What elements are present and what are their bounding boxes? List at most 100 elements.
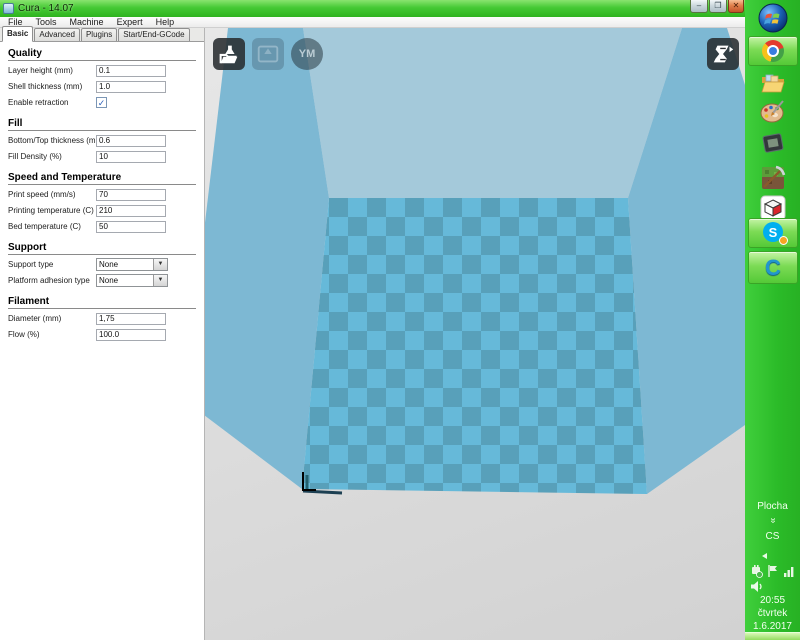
dropdown-arrow-icon: ▼ xyxy=(153,259,167,270)
folder-icon xyxy=(760,71,786,95)
close-button[interactable]: ✕ xyxy=(728,0,744,13)
youmagine-label: YM xyxy=(299,48,316,60)
settings-sidebar: BasicAdvancedPluginsStart/End-GCode Qual… xyxy=(0,28,205,640)
menu-item-machine[interactable]: Machine xyxy=(70,17,104,27)
settings-panel: QualityLayer height (mm)Shell thickness … xyxy=(0,42,204,341)
setting-input[interactable] xyxy=(96,151,166,163)
taskbar-cura-button[interactable]: C xyxy=(748,251,798,284)
settings-row: Printing temperature (C) xyxy=(8,204,196,217)
settings-row: Diameter (mm) xyxy=(8,312,196,325)
desktop-toolbar-label[interactable]: Plocha xyxy=(745,501,800,512)
setting-label: Platform adhesion type xyxy=(8,276,96,285)
settings-row: Flow (%) xyxy=(8,328,196,341)
section-title: Filament xyxy=(8,296,196,309)
settings-row: Support typeNone▼ xyxy=(8,258,196,271)
desktop-screen: Cura - 14.07 – ❐ ✕ FileToolsMachineExper… xyxy=(0,0,800,640)
tab-start-end-gcode[interactable]: Start/End-GCode xyxy=(118,28,189,41)
section-title: Support xyxy=(8,242,196,255)
settings-row: Print speed (mm/s) xyxy=(8,188,196,201)
taskbar-chrome-button[interactable] xyxy=(748,36,798,66)
skype-notification-badge xyxy=(779,236,788,245)
setting-checkbox[interactable]: ✓ xyxy=(96,97,107,108)
build-volume-back-wall xyxy=(303,28,682,198)
taskbar-paint-button[interactable] xyxy=(745,99,800,124)
taskbar-skype-button[interactable]: S xyxy=(748,218,798,248)
tray-expand-button[interactable] xyxy=(745,552,800,560)
toolbar-chevron[interactable]: » xyxy=(745,515,800,526)
setting-input[interactable] xyxy=(96,81,166,93)
speaker-icon xyxy=(750,580,766,593)
view-mode-button[interactable] xyxy=(707,38,739,70)
tab-plugins[interactable]: Plugins xyxy=(81,28,117,41)
setting-label: Bed temperature (C) xyxy=(8,222,96,231)
setting-label: Shell thickness (mm) xyxy=(8,82,96,91)
start-button[interactable] xyxy=(745,3,800,33)
network-signal-icon[interactable] xyxy=(782,564,796,578)
chrome-icon xyxy=(762,40,784,62)
settings-row: Bottom/Top thickness (mm) xyxy=(8,134,196,147)
taskbar-minecraft-button[interactable] xyxy=(745,165,800,191)
minimize-button[interactable]: – xyxy=(690,0,708,13)
view-mode-icon xyxy=(710,41,736,67)
volume-button[interactable] xyxy=(745,580,800,593)
setting-dropdown[interactable]: None▼ xyxy=(96,274,168,287)
taskbar-photo-viewer-button[interactable] xyxy=(745,131,800,155)
language-indicator[interactable]: CS xyxy=(745,531,800,542)
menu-item-help[interactable]: Help xyxy=(156,17,175,27)
setting-input[interactable] xyxy=(96,135,166,147)
section-title: Quality xyxy=(8,48,196,61)
setting-label: Flow (%) xyxy=(8,330,96,339)
menu-item-expert[interactable]: Expert xyxy=(117,17,143,27)
setting-input[interactable] xyxy=(96,329,166,341)
print-bed-floor xyxy=(302,198,647,494)
setting-label: Printing temperature (C) xyxy=(8,206,96,215)
build-volume-scene xyxy=(205,28,745,640)
action-center-flag-icon[interactable] xyxy=(766,564,779,578)
clock-time[interactable]: 20:55 xyxy=(745,595,800,606)
toolpath-view-button[interactable] xyxy=(252,38,284,70)
setting-input[interactable] xyxy=(96,205,166,217)
tab-advanced[interactable]: Advanced xyxy=(34,28,80,41)
section-title: Speed and Temperature xyxy=(8,172,196,185)
setting-input[interactable] xyxy=(96,313,166,325)
setting-label: Fill Density (%) xyxy=(8,152,96,161)
toolpath-icon xyxy=(255,41,281,67)
show-desktop-button[interactable] xyxy=(745,632,800,640)
setting-input[interactable] xyxy=(96,189,166,201)
setting-dropdown[interactable]: None▼ xyxy=(96,258,168,271)
youmagine-share-button[interactable]: YM xyxy=(291,38,323,70)
window-controls: – ❐ ✕ xyxy=(690,0,744,13)
load-model-icon xyxy=(216,41,242,67)
setting-label: Diameter (mm) xyxy=(8,314,96,323)
dropdown-value: None xyxy=(97,276,153,285)
minecraft-icon xyxy=(760,165,786,191)
tray-expand-arrow-icon xyxy=(761,552,769,560)
photo-viewer-icon xyxy=(761,131,785,155)
settings-row: Platform adhesion typeNone▼ xyxy=(8,274,196,287)
section-title: Fill xyxy=(8,118,196,131)
maximize-button[interactable]: ❐ xyxy=(709,0,727,13)
titlebar[interactable]: Cura - 14.07 – ❐ ✕ xyxy=(0,0,745,17)
taskbar-explorer-button[interactable] xyxy=(745,71,800,95)
load-model-button[interactable] xyxy=(213,38,245,70)
cura-taskbar-icon: C xyxy=(765,255,781,281)
settings-row: Fill Density (%) xyxy=(8,150,196,163)
setting-input[interactable] xyxy=(96,65,166,77)
setting-label: Bottom/Top thickness (mm) xyxy=(8,136,96,145)
clock-day[interactable]: čtvrtek xyxy=(745,608,800,619)
settings-row: Bed temperature (C) xyxy=(8,220,196,233)
dropdown-arrow-icon: ▼ xyxy=(153,275,167,286)
clock-date[interactable]: 1.6.2017 xyxy=(745,621,800,632)
menu-item-tools[interactable]: Tools xyxy=(36,17,57,27)
setting-label: Support type xyxy=(8,260,96,269)
paint-palette-icon xyxy=(760,99,786,124)
3d-viewport[interactable]: YM xyxy=(205,28,745,640)
settings-row: Enable retraction✓ xyxy=(8,96,196,109)
usb-device-icon[interactable] xyxy=(750,564,763,578)
bed-front-edge-shadow xyxy=(303,491,342,493)
window-title: Cura - 14.07 xyxy=(18,3,74,14)
setting-label: Print speed (mm/s) xyxy=(8,190,96,199)
taskbar: S C Plocha » CS xyxy=(745,0,800,640)
tab-basic[interactable]: Basic xyxy=(2,26,33,42)
setting-input[interactable] xyxy=(96,221,166,233)
